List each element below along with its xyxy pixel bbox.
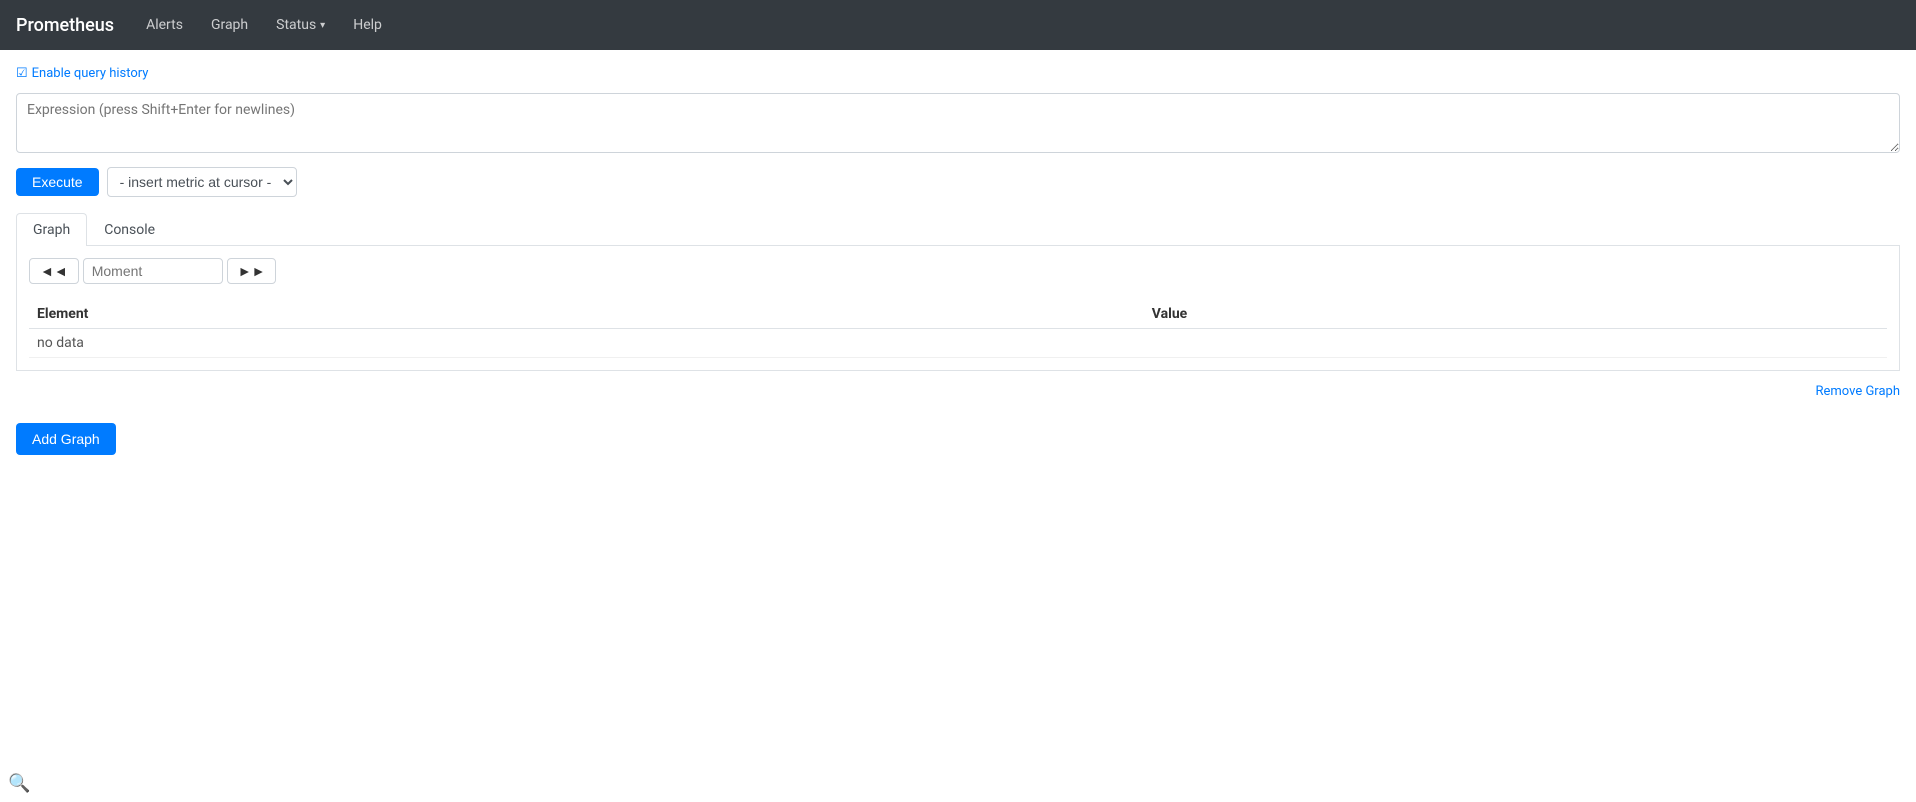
nav-graph[interactable]: Graph [199,9,260,41]
brand-link[interactable]: Prometheus [16,15,114,36]
col-header-value: Value [1144,300,1887,329]
graph-controls: ◄◄ ►► [29,258,1887,284]
prev-time-button[interactable]: ◄◄ [29,258,79,284]
tab-console[interactable]: Console [87,213,172,246]
metric-insert-select[interactable]: - insert metric at cursor - [107,167,297,197]
navbar: Prometheus Alerts Graph Status ▾ Help [0,0,1916,50]
nav-help[interactable]: Help [341,9,394,41]
bottom-status-icon: 🔍 [8,773,30,794]
no-data-cell: no data [29,329,1887,358]
tab-graph[interactable]: Graph [16,213,87,246]
expression-input[interactable] [16,93,1900,153]
col-header-element: Element [29,300,1144,329]
graph-footer: Remove Graph [16,375,1900,407]
results-table: Element Value no data [29,300,1887,358]
next-time-button[interactable]: ►► [227,258,277,284]
add-graph-button[interactable]: Add Graph [16,423,116,455]
nav-status-dropdown[interactable]: Status ▾ [264,9,337,41]
nav-alerts[interactable]: Alerts [134,9,195,41]
main-content: ☑ Enable query history Execute - insert … [0,50,1916,471]
toolbar-row: Execute - insert metric at cursor - [16,167,1900,197]
enable-history-label: Enable query history [32,66,149,81]
no-data-row: no data [29,329,1887,358]
history-icon: ☑ [16,66,28,81]
tab-content-graph: ◄◄ ►► Element Value no data [16,246,1900,371]
enable-query-history-link[interactable]: ☑ Enable query history [16,66,1900,81]
tabs-container: Graph Console [16,213,1900,246]
nav-status-label: Status [276,17,316,33]
remove-graph-link[interactable]: Remove Graph [1816,384,1901,399]
execute-button[interactable]: Execute [16,168,99,196]
chevron-down-icon: ▾ [320,20,325,31]
moment-input[interactable] [83,258,223,284]
